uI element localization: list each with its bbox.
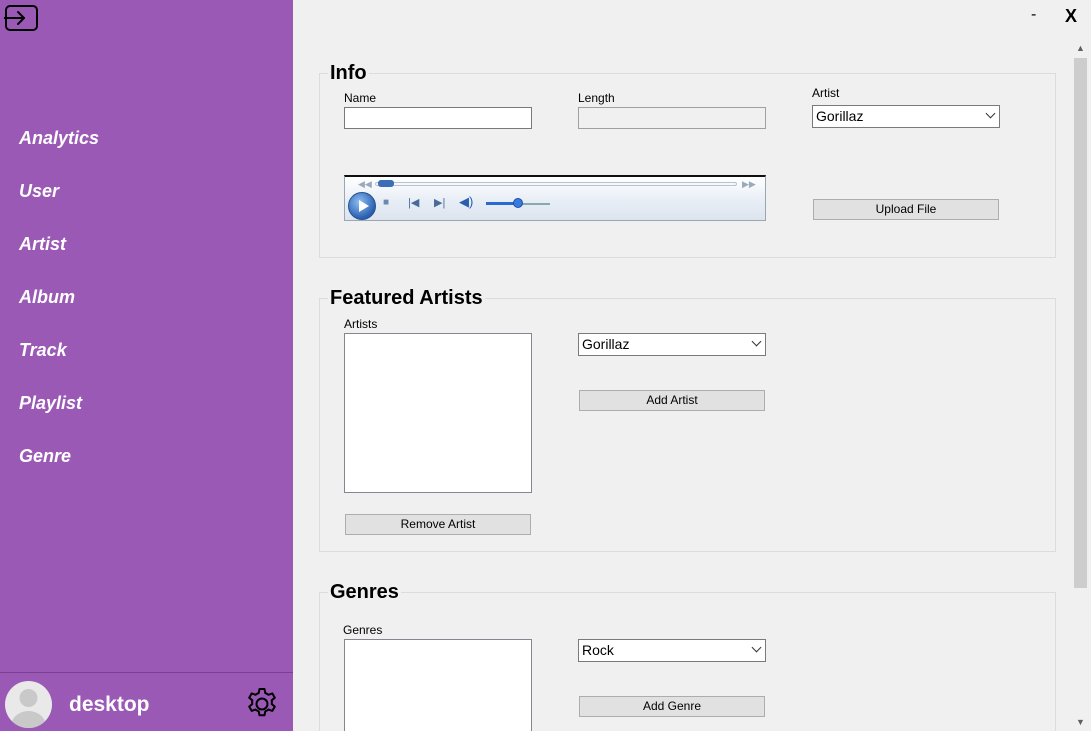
length-label: Length [578,91,615,105]
featured-artist-select-value: Gorillaz [582,336,630,352]
info-title: Info [328,62,369,85]
previous-icon[interactable]: |◀ [408,196,419,209]
chevron-down-icon [985,108,996,119]
add-genre-button[interactable]: Add Genre [579,696,765,717]
artist-label: Artist [812,86,840,100]
genres-list-label: Genres [343,623,383,637]
chevron-down-icon [751,336,762,347]
info-group [319,73,1056,258]
next-icon[interactable]: ▶| [434,196,445,209]
user-avatar-icon [5,681,52,728]
remove-artist-button[interactable]: Remove Artist [345,514,531,535]
scroll-down-icon[interactable]: ▼ [1072,714,1089,731]
sidebar: Analytics User Artist Album Track Playli… [0,0,293,731]
genre-select[interactable]: Rock [578,639,766,662]
add-artist-button[interactable]: Add Artist [579,390,765,411]
volume-knob[interactable] [513,198,523,208]
play-button[interactable] [348,192,376,220]
user-bar: desktop [0,672,293,731]
rewind-icon[interactable]: ◀◀ [358,179,372,190]
nav-item-playlist[interactable]: Playlist [19,393,82,414]
seek-bar[interactable] [375,182,737,186]
nav-item-track[interactable]: Track [19,340,67,361]
featured-artists-title: Featured Artists [328,287,485,310]
play-icon [359,200,369,212]
name-field[interactable] [344,107,532,129]
artists-list-label: Artists [344,317,378,331]
chevron-down-icon [751,642,762,653]
nav-item-artist[interactable]: Artist [19,234,66,255]
featured-artist-select[interactable]: Gorillaz [578,333,766,356]
genre-select-value: Rock [582,642,614,658]
artist-select-value: Gorillaz [816,108,864,124]
upload-file-button[interactable]: Upload File [813,199,999,220]
nav-item-album[interactable]: Album [19,287,75,308]
genres-listbox[interactable] [344,639,532,731]
gear-icon[interactable] [244,686,280,722]
seek-knob[interactable] [377,180,394,187]
artist-select[interactable]: Gorillaz [812,105,1000,128]
close-button[interactable]: X [1065,6,1077,27]
media-player[interactable]: ◀◀ ▶▶ ■ |◀ ▶| ◀) [344,175,766,221]
scroll-thumb[interactable] [1074,58,1087,588]
logout-icon[interactable] [3,4,40,32]
scroll-up-icon[interactable]: ▲ [1072,40,1089,57]
volume-icon[interactable]: ◀) [459,194,473,210]
minimize-button[interactable]: - [1031,6,1036,24]
nav-item-user[interactable]: User [19,181,59,202]
vertical-scrollbar[interactable]: ▲ ▼ [1072,40,1089,731]
username: desktop [69,693,150,716]
artists-listbox[interactable] [344,333,532,493]
nav-item-genre[interactable]: Genre [19,446,71,467]
stop-icon[interactable]: ■ [383,197,389,208]
nav-item-analytics[interactable]: Analytics [19,128,99,149]
length-field [578,107,766,129]
genres-title: Genres [328,581,401,604]
name-label: Name [344,91,377,105]
fast-forward-icon[interactable]: ▶▶ [742,179,756,190]
app-window: Analytics User Artist Album Track Playli… [0,0,1091,731]
